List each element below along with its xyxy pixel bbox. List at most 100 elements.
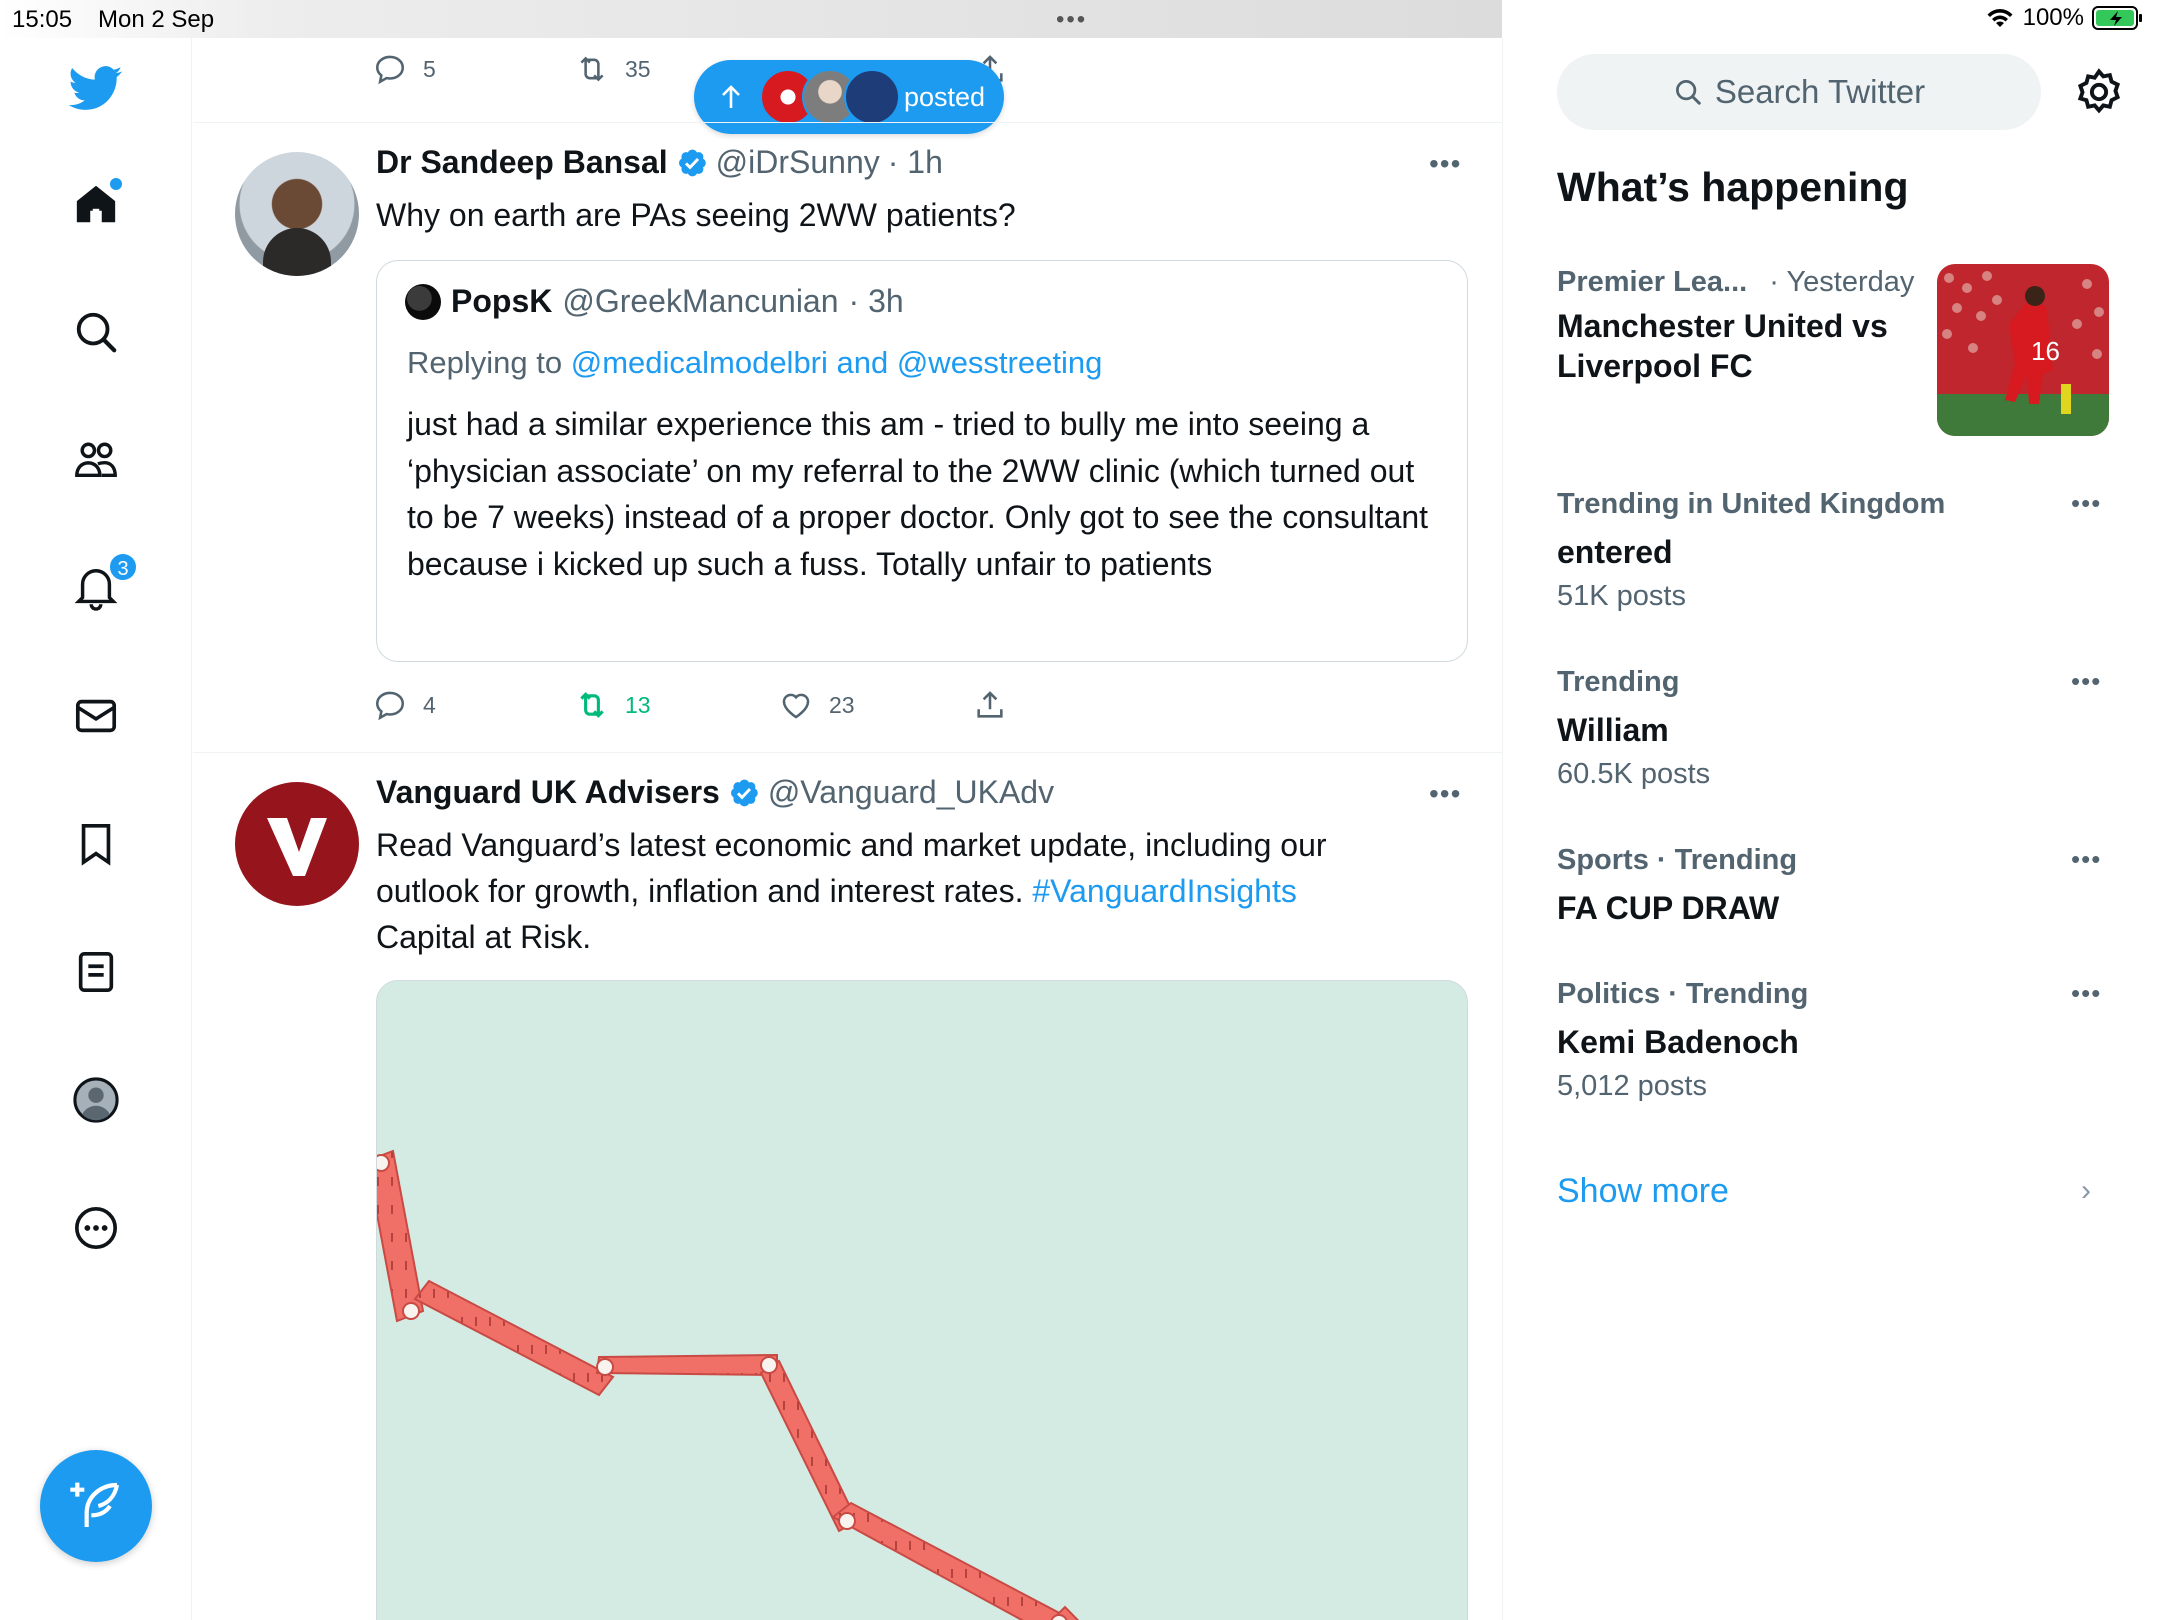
new-posts-label: posted	[904, 81, 986, 112]
tweet-text: Read Vanguard’s latest economic and mark…	[376, 822, 1476, 960]
battery-charging-icon	[2092, 6, 2142, 30]
hashtag-link[interactable]: #VanguardInsights	[1032, 873, 1296, 909]
twitter-bird-icon[interactable]	[68, 60, 124, 116]
trend-more-icon[interactable]: •••	[2071, 844, 2101, 875]
profile-icon[interactable]	[68, 1072, 124, 1128]
tweet-text: Why on earth are PAs seeing 2WW patients…	[376, 197, 1016, 233]
retweet-icon	[580, 56, 604, 82]
svg-text:16: 16	[2031, 336, 2060, 366]
avatar[interactable]	[235, 152, 359, 276]
trend-meta: Politics · Trending	[1557, 978, 1809, 1010]
retweet-action[interactable]: 13	[575, 688, 651, 722]
search-input[interactable]: Search Twitter	[1557, 54, 2041, 130]
trend-meta: Trending in United Kingdom	[1557, 488, 1946, 520]
tweet-text-line-1: Read Vanguard’s latest economic and mark…	[376, 827, 1327, 863]
trend-post-count: 60.5K posts	[1557, 758, 1711, 790]
pill-avatars	[760, 69, 900, 125]
tweet-header: Vanguard UK Advisers @Vanguard_UKAdv	[376, 774, 1054, 811]
replying-to-prefix: Replying to	[407, 345, 563, 380]
search-icon	[1675, 80, 1701, 105]
status-time: 15:05	[12, 6, 73, 33]
chevron-right-icon[interactable]: ›	[2081, 1174, 2091, 1208]
news-title-line-1: Manchester United vs	[1557, 308, 1888, 344]
pill-avatar-3	[844, 69, 900, 125]
replying-to-handles[interactable]: @medicalmodelbri and @wesstreeting	[571, 345, 1103, 380]
prev-reply-count: 5	[423, 55, 436, 82]
multitasking-dots[interactable]: •••	[1056, 6, 1087, 34]
trend-title: entered	[1557, 534, 1673, 570]
trend-more-icon[interactable]: •••	[2071, 666, 2101, 697]
author-handle[interactable]: @Vanguard_UKAdv	[768, 774, 1054, 811]
trend-post-count: 51K posts	[1557, 580, 1686, 612]
tweet-header: Dr Sandeep Bansal @iDrSunny · 1h	[376, 144, 943, 181]
quote-author-name: PopsK	[451, 283, 553, 319]
reply-icon	[375, 55, 405, 85]
tweet-text-line-2: outlook for growth, inflation and intere…	[376, 868, 1476, 914]
search-icon[interactable]	[68, 304, 124, 360]
bookmarks-icon[interactable]	[68, 816, 124, 872]
share-icon	[977, 691, 1003, 718]
compose-tweet-button[interactable]	[40, 1450, 152, 1562]
communities-icon[interactable]	[68, 432, 124, 488]
battery-percent: 100%	[2022, 4, 2084, 31]
reply-action[interactable]: 4	[373, 688, 436, 722]
left-nav: 3	[0, 38, 192, 1620]
arrow-up-icon	[722, 85, 740, 108]
like-action[interactable]: 23	[779, 688, 855, 722]
verified-badge-icon	[676, 147, 708, 179]
status-bar-background	[0, 0, 1502, 38]
author-handle[interactable]: @iDrSunny	[716, 144, 880, 181]
trend-post-count: 5,012 posts	[1557, 1070, 1707, 1102]
author-name[interactable]: Vanguard UK Advisers	[376, 774, 720, 811]
compose-feather-icon	[70, 1482, 120, 1527]
lists-icon[interactable]	[68, 944, 124, 1000]
news-title: Manchester United vs Liverpool FC	[1557, 306, 1888, 386]
news-thumbnail-image: 16	[1937, 264, 2109, 436]
news-time: · Yesterday	[1769, 266, 1915, 298]
news-category: Premier Lea...	[1557, 266, 1748, 298]
tweet-divider	[193, 122, 1502, 123]
trend-title: William	[1557, 712, 1669, 748]
prev-reply-action[interactable]: 5	[373, 52, 436, 86]
notifications-icon[interactable]: 3	[68, 552, 138, 616]
tweet-time[interactable]: · 1h	[888, 144, 943, 181]
quote-header: PopsK @GreekMancunian · 3h	[405, 283, 904, 320]
tweet-more-icon[interactable]: •••	[1429, 148, 1461, 180]
status-bar: 15:05 Mon 2 Sep ••• 100%	[0, 0, 2160, 38]
folding-ruler-illustration	[377, 1149, 1080, 1620]
trend-meta: Trending	[1557, 666, 1680, 698]
right-sidebar: Search Twitter What’s happening Premier …	[1503, 38, 2160, 1620]
tweet-divider	[193, 752, 1502, 753]
show-more-link[interactable]: Show more	[1557, 1172, 1729, 1211]
reply-count: 4	[423, 691, 436, 718]
verified-badge-icon	[728, 777, 760, 809]
home-icon[interactable]	[68, 176, 124, 232]
messages-icon[interactable]	[68, 688, 124, 744]
prev-retweet-count: 35	[625, 55, 651, 82]
trend-more-icon[interactable]: •••	[2071, 978, 2101, 1009]
prev-retweet-action[interactable]: 35	[575, 52, 651, 86]
avatar[interactable]	[235, 782, 359, 906]
news-meta: Premier Lea... · Yesterday	[1557, 266, 1914, 299]
trend-more-icon[interactable]: •••	[2071, 488, 2101, 519]
more-icon[interactable]	[68, 1200, 124, 1256]
heart-icon	[782, 693, 810, 719]
settings-gear-icon[interactable]	[2073, 66, 2125, 118]
retweet-count: 13	[625, 691, 651, 718]
wifi-icon	[1987, 9, 2013, 27]
tweet-media-image[interactable]	[376, 980, 1468, 1620]
notification-count-badge: 3	[108, 552, 138, 582]
author-name[interactable]: Dr Sandeep Bansal	[376, 144, 668, 181]
like-count: 23	[829, 691, 855, 718]
tweet-more-icon[interactable]: •••	[1429, 778, 1461, 810]
home-unread-dot	[110, 178, 122, 190]
search-placeholder: Search Twitter	[1714, 73, 1926, 110]
quoted-tweet[interactable]: PopsK @GreekMancunian · 3h Replying to @…	[376, 260, 1468, 662]
avatar	[405, 283, 441, 320]
share-action[interactable]	[973, 688, 1007, 722]
whats-happening-title: What’s happening	[1557, 164, 1909, 210]
trend-meta: Sports · Trending	[1557, 844, 1798, 876]
tweet-text-line-2-body: outlook for growth, inflation and intere…	[376, 873, 1024, 909]
retweet-icon	[580, 692, 604, 718]
status-date: Mon 2 Sep	[98, 6, 215, 33]
